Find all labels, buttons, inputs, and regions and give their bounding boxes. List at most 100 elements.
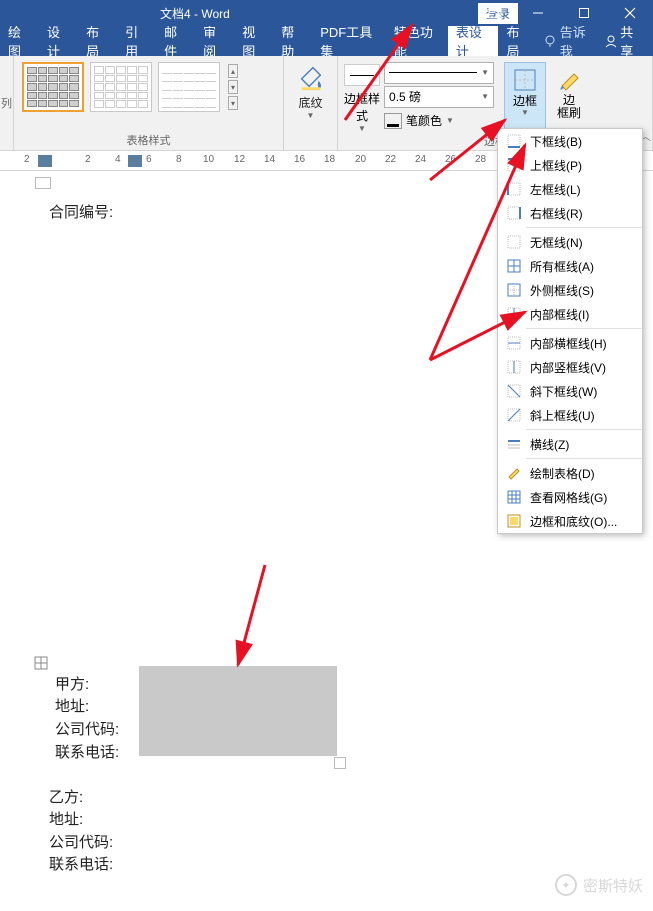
ruler-tick: 26 bbox=[445, 154, 456, 165]
shading-group: 底纹 ▼ bbox=[284, 56, 338, 150]
ruler-tick: 4 bbox=[115, 154, 121, 165]
ruler-tick: 12 bbox=[234, 154, 245, 165]
tab-mailings[interactable]: 邮件 bbox=[156, 26, 195, 56]
close-button[interactable] bbox=[607, 0, 653, 26]
border-painter-label: 边 框刷 bbox=[557, 94, 581, 122]
dd-right-border[interactable]: 右框线(R) bbox=[498, 201, 642, 225]
ruler-tick: 16 bbox=[294, 154, 305, 165]
tab-table-design[interactable]: 表设计 bbox=[448, 26, 499, 56]
tab-special[interactable]: 特色功能 bbox=[386, 26, 448, 56]
dd-diagonal-up[interactable]: 斜上框线(U) bbox=[498, 403, 642, 427]
tab-view[interactable]: 视图 bbox=[234, 26, 273, 56]
text-code-a: 公司代码: bbox=[55, 718, 119, 739]
border-painter-button[interactable]: 边 框刷 bbox=[548, 62, 590, 132]
pen-color-label: 笔颜色 bbox=[406, 112, 442, 129]
lightbulb-icon bbox=[543, 34, 555, 48]
wechat-icon: ✦ bbox=[555, 874, 577, 896]
user-icon bbox=[604, 34, 616, 48]
chevron-down-icon: ▼ bbox=[446, 116, 454, 125]
border-style-label: 边框样 式 bbox=[344, 90, 380, 124]
dd-bottom-border[interactable]: 下框线(B) bbox=[498, 129, 642, 153]
minimize-button[interactable] bbox=[515, 0, 561, 26]
tab-design[interactable]: 设计 bbox=[39, 26, 78, 56]
dd-no-border[interactable]: 无框线(N) bbox=[498, 230, 642, 254]
ribbon-display-icon[interactable] bbox=[475, 0, 515, 26]
table-styles-more[interactable]: ▴▾▾ bbox=[226, 64, 240, 110]
paint-bucket-icon bbox=[296, 62, 326, 92]
window-controls bbox=[475, 0, 653, 26]
chevron-down-icon: ▼ bbox=[521, 108, 529, 117]
ruler-tick: 10 bbox=[203, 154, 214, 165]
chevron-down-icon: ▼ bbox=[307, 111, 315, 120]
chevron-down-icon: ▼ bbox=[358, 124, 366, 133]
dd-top-border[interactable]: 上框线(P) bbox=[498, 153, 642, 177]
line-weight-select[interactable]: 0.5 磅▼ bbox=[384, 86, 494, 108]
dd-horizontal-line[interactable]: 横线(Z) bbox=[498, 432, 642, 456]
ruler-tick: 28 bbox=[475, 154, 486, 165]
watermark: ✦ 密斯特妖 bbox=[555, 874, 643, 896]
share-label: 共享 bbox=[620, 22, 643, 60]
maximize-button[interactable] bbox=[561, 0, 607, 26]
table-anchor-icon[interactable] bbox=[34, 656, 48, 670]
ruler-tick: 2 bbox=[24, 154, 30, 165]
cell-marker bbox=[35, 177, 51, 189]
dd-inside-horizontal[interactable]: 内部横框线(H) bbox=[498, 331, 642, 355]
dd-outside-borders[interactable]: 外侧框线(S) bbox=[498, 278, 642, 302]
text-phone-a: 联系电话: bbox=[55, 741, 119, 762]
ribbon-tabs: 绘图 设计 布局 引用 邮件 审阅 视图 帮助 PDF工具集 特色功能 表设计 … bbox=[0, 26, 653, 56]
resize-handle[interactable] bbox=[334, 757, 346, 769]
ruler-tick: 22 bbox=[385, 154, 396, 165]
tell-me[interactable]: 告诉我 bbox=[543, 26, 593, 56]
text-addr-b: 地址: bbox=[49, 808, 83, 829]
pen-color-button[interactable]: 笔颜色 ▼ bbox=[384, 110, 494, 132]
shading-label: 底纹 bbox=[298, 94, 322, 111]
tab-table-layout[interactable]: 布局 bbox=[498, 26, 537, 56]
watermark-text: 密斯特妖 bbox=[583, 875, 643, 896]
table-styles-group-label: 表格样式 bbox=[14, 132, 283, 150]
borders-button[interactable]: 边框 ▼ bbox=[504, 62, 546, 132]
borders-dropdown: 下框线(B) 上框线(P) 左框线(L) 右框线(R) 无框线(N) 所有框线(… bbox=[497, 128, 643, 534]
text-contract-no: 合同编号: bbox=[49, 201, 113, 222]
dd-diagonal-down[interactable]: 斜下框线(W) bbox=[498, 379, 642, 403]
text-phone-b: 联系电话: bbox=[49, 853, 113, 874]
borders-icon bbox=[512, 67, 538, 93]
ruler-tick: 14 bbox=[264, 154, 275, 165]
tab-help[interactable]: 帮助 bbox=[273, 26, 312, 56]
dd-all-borders[interactable]: 所有框线(A) bbox=[498, 254, 642, 278]
ribbon-left-stub: 列 bbox=[0, 56, 14, 150]
text-addr-a: 地址: bbox=[55, 695, 89, 716]
dd-inside-borders[interactable]: 内部框线(I) bbox=[498, 302, 642, 326]
ruler-tick: 18 bbox=[324, 154, 335, 165]
table-style-2[interactable] bbox=[90, 62, 152, 112]
borders-label: 边框 bbox=[513, 95, 537, 109]
line-style-select[interactable]: ▼ bbox=[384, 62, 494, 84]
tab-layout[interactable]: 布局 bbox=[78, 26, 117, 56]
table-styles-group: ▴▾▾ 表格样式 bbox=[14, 56, 284, 150]
tell-me-label: 告诉我 bbox=[560, 22, 594, 60]
ruler-tick: 8 bbox=[176, 154, 182, 165]
pen-color-swatch bbox=[384, 113, 402, 129]
dd-inside-vertical[interactable]: 内部竖框线(V) bbox=[498, 355, 642, 379]
text-party-b: 乙方: bbox=[49, 786, 83, 807]
dd-left-border[interactable]: 左框线(L) bbox=[498, 177, 642, 201]
table-style-3[interactable] bbox=[158, 62, 220, 112]
share-button[interactable]: 共享 bbox=[594, 26, 653, 56]
text-code-b: 公司代码: bbox=[49, 831, 113, 852]
tab-pdf-tools[interactable]: PDF工具集 bbox=[312, 26, 386, 56]
border-painter-icon bbox=[556, 66, 582, 92]
ruler-tick: 20 bbox=[355, 154, 366, 165]
dd-draw-table[interactable]: 绘制表格(D) bbox=[498, 461, 642, 485]
ruler-tick: 24 bbox=[415, 154, 426, 165]
shading-button[interactable]: 底纹 ▼ bbox=[284, 56, 337, 120]
dd-view-gridlines[interactable]: 查看网格线(G) bbox=[498, 485, 642, 509]
dd-borders-and-shading[interactable]: 边框和底纹(O)... bbox=[498, 509, 642, 533]
selected-table-region[interactable] bbox=[139, 666, 337, 756]
table-style-1[interactable] bbox=[22, 62, 84, 112]
tab-references[interactable]: 引用 bbox=[117, 26, 156, 56]
text-party-a: 甲方: bbox=[55, 673, 89, 694]
tab-drawing[interactable]: 绘图 bbox=[0, 26, 39, 56]
window-title: 文档4 - Word bbox=[160, 5, 230, 22]
border-style-preview[interactable] bbox=[344, 64, 380, 86]
tab-review[interactable]: 审阅 bbox=[195, 26, 234, 56]
line-weight-value: 0.5 磅 bbox=[389, 88, 421, 105]
